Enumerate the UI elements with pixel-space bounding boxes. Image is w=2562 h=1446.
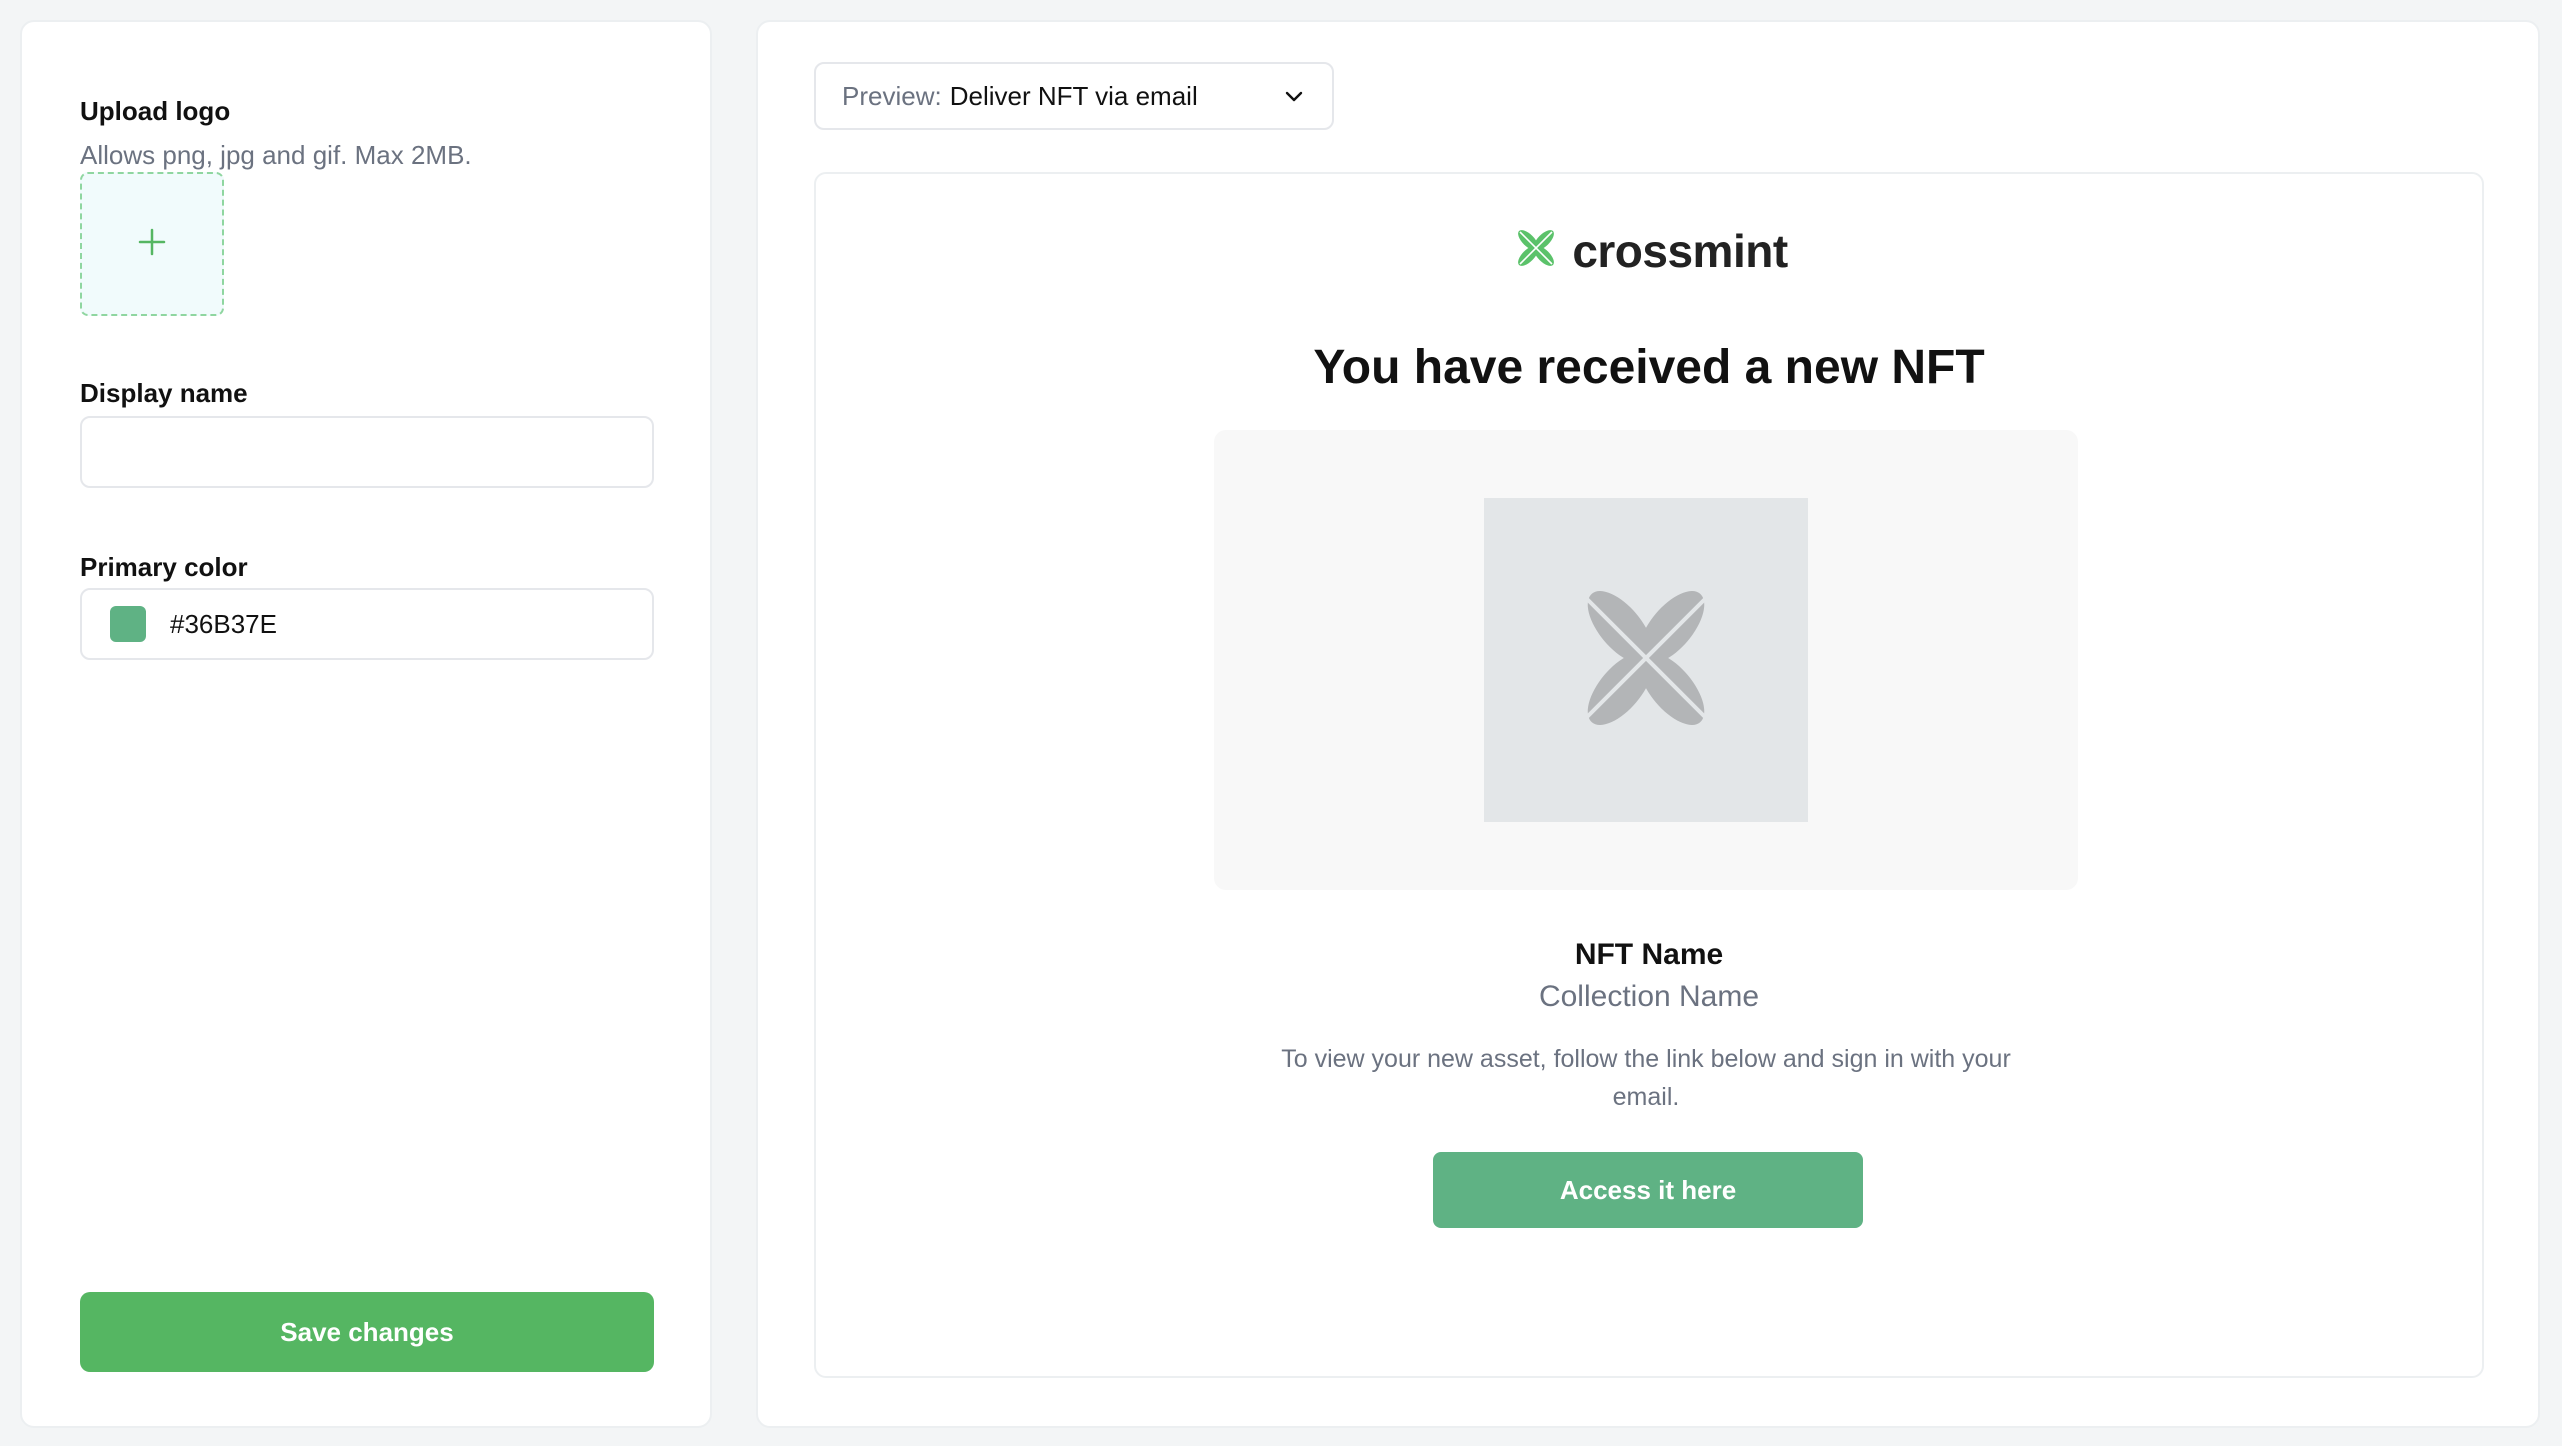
display-name-input[interactable] (80, 416, 654, 488)
access-it-here-button[interactable]: Access it here (1433, 1152, 1863, 1228)
display-name-label: Display name (80, 378, 248, 408)
nft-name: NFT Name (1574, 938, 1724, 971)
preview-select-value: Deliver NFT via email (949, 80, 1198, 111)
email-body-text: To view your new asset, follow the link … (1281, 1045, 2011, 1111)
save-button[interactable]: Save changes (80, 1292, 654, 1372)
app-root: Upload logo Allows png, jpg and gif. Max… (0, 0, 2562, 1446)
brand-name: crossmint (1572, 224, 1788, 277)
preview-select[interactable]: Preview: Deliver NFT via email (814, 62, 1334, 130)
chevron-down-icon (1282, 84, 1306, 108)
nft-card (1214, 430, 2078, 890)
email-preview: crossmint You have received a new NFT NF… (814, 172, 2484, 1378)
nft-placeholder-icon (1561, 573, 1731, 748)
settings-panel: Upload logo Allows png, jpg and gif. Max… (20, 20, 712, 1428)
color-swatch[interactable] (110, 606, 146, 642)
primary-color-field[interactable]: #36B37E (80, 588, 654, 660)
preview-panel: Preview: Deliver NFT via email crossmint… (756, 20, 2540, 1428)
crossmint-logo-icon (1510, 222, 1562, 279)
plus-icon (137, 227, 167, 262)
upload-logo-label: Upload logo (80, 96, 231, 126)
nft-image-placeholder (1484, 498, 1808, 822)
primary-color-label: Primary color (80, 552, 248, 582)
logo-upload-dropzone[interactable] (80, 172, 224, 316)
brand-header: crossmint (816, 222, 2482, 279)
email-headline: You have received a new NFT (1313, 341, 1985, 394)
upload-logo-hint: Allows png, jpg and gif. Max 2MB. (80, 140, 472, 170)
collection-name: Collection Name (1538, 980, 1760, 1013)
preview-select-prefix: Preview: (842, 80, 942, 111)
primary-color-value: #36B37E (170, 608, 277, 639)
